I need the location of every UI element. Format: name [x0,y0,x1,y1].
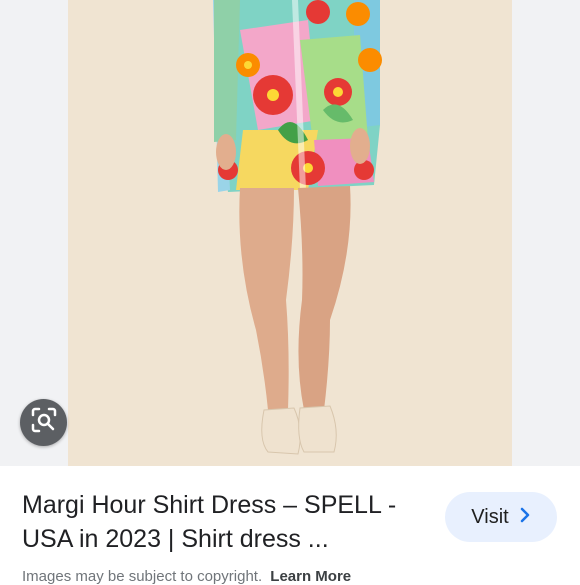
result-title[interactable]: Margi Hour Shirt Dress – SPELL - USA in … [22,488,422,556]
dress-model-illustration [213,0,382,455]
result-caption: Margi Hour Shirt Dress – SPELL - USA in … [0,466,580,585]
learn-more-link[interactable]: Learn More [270,568,351,585]
lens-search-button[interactable] [20,399,67,446]
image-viewer [0,0,580,466]
chevron-right-icon [519,507,531,527]
copyright-text: Images may be subject to copyright. [22,568,263,585]
copyright-notice: Images may be subject to copyright. Lear… [22,568,351,585]
product-photo[interactable] [68,0,512,466]
visit-button[interactable]: Visit [445,492,557,542]
lens-search-icon [30,406,58,439]
visit-label: Visit [471,505,509,528]
